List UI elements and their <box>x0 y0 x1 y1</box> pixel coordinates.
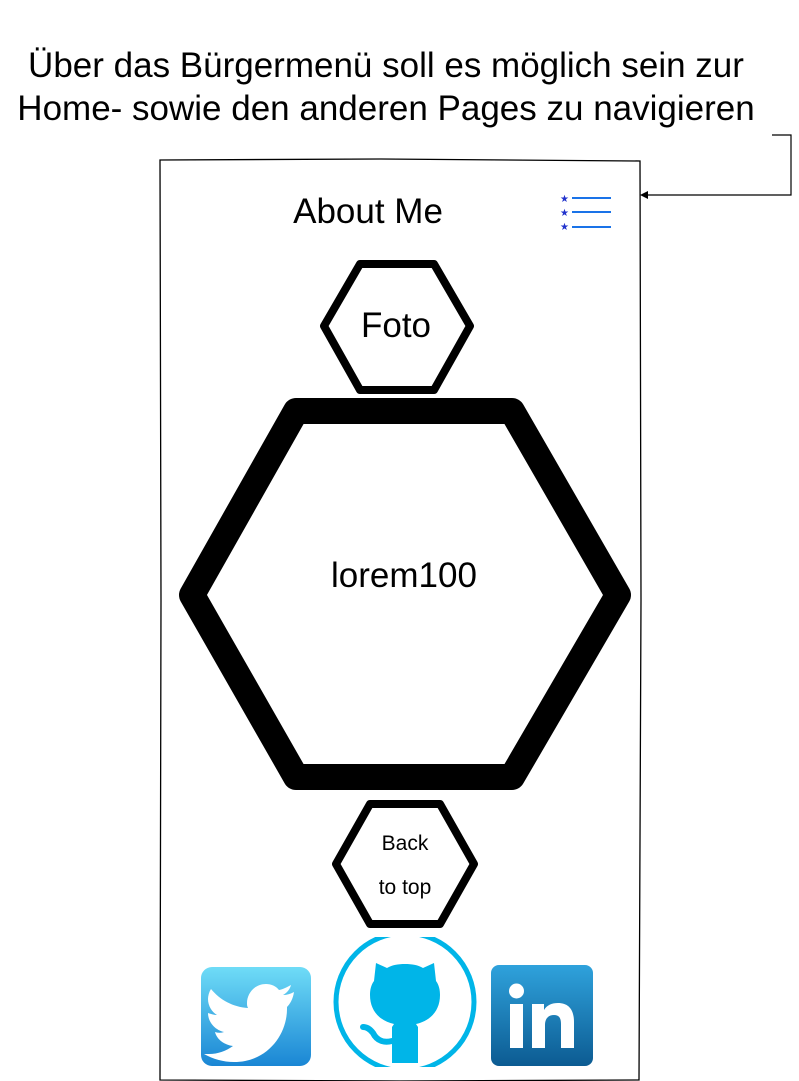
linkedin-icon[interactable] <box>490 964 594 1067</box>
github-icon[interactable] <box>332 937 478 1067</box>
svg-text:★: ★ <box>560 208 569 219</box>
wireframe-canvas: ★ ★ ★ <box>159 134 792 1081</box>
back-to-top-label[interactable]: Back to top <box>332 822 478 910</box>
twitter-icon[interactable] <box>200 966 312 1067</box>
back-to-top-line-1: Back <box>381 832 429 855</box>
connector-line <box>646 134 792 196</box>
content-label: lorem100 <box>331 556 477 595</box>
back-to-top-line-2: to top <box>378 876 432 899</box>
arrow-head <box>640 191 648 199</box>
svg-text:★: ★ <box>560 194 569 205</box>
page-title: About Me <box>293 192 443 231</box>
photo-label: Foto <box>360 306 432 345</box>
svg-text:★: ★ <box>560 222 569 233</box>
